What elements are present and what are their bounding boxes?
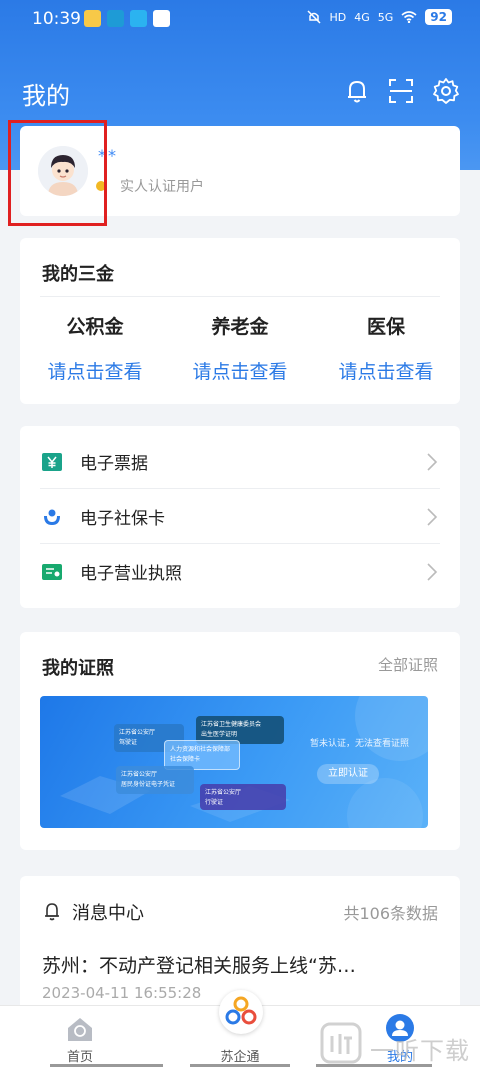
list-item-label: 电子社保卡	[80, 509, 165, 529]
avatar-highlight-box	[8, 120, 107, 226]
list-item-e-receipt[interactable]: 电子票据	[20, 434, 460, 489]
nav-home[interactable]: 首页	[30, 1006, 130, 1070]
certificates-title: 我的证照	[42, 658, 114, 679]
suqitong-logo-icon	[225, 996, 257, 1025]
status-time: 10:39	[32, 9, 81, 29]
sample-card-org: 江苏省公安厅	[121, 771, 158, 778]
funds-title: 我的三金	[42, 264, 114, 285]
sample-card-org: 江苏省卫生健康委员会	[201, 721, 262, 728]
funds-card: 我的三金 公积金 请点击查看 养老金 请点击查看 医保 请点击查看	[20, 238, 460, 404]
fund-view-link[interactable]: 请点击查看	[30, 357, 160, 384]
message-center-title: 消息中心	[72, 903, 144, 924]
sample-card-org: 江苏省公安厅	[205, 789, 242, 796]
list-item-label: 电子票据	[80, 454, 148, 474]
mute-icon	[307, 10, 322, 24]
latest-message-time: 2023-04-11 16:55:28	[42, 984, 202, 1002]
certificates-banner[interactable]: 江苏省公安厅 驾驶证 江苏省卫生健康委员会 出生医学证明 人力资源和社会保障部 …	[40, 696, 428, 828]
app-notification-icon	[107, 10, 124, 27]
suqitong-logo[interactable]	[219, 990, 263, 1034]
sample-card-name: 居民身份证电子凭证	[121, 781, 176, 788]
social-card-icon	[44, 509, 60, 525]
nav-indicator	[190, 1064, 290, 1067]
nav-indicator	[50, 1064, 163, 1067]
banner-prompt: 暂未认证，无法查看证照	[310, 739, 410, 749]
view-all-certificates-link[interactable]: 全部证照	[378, 654, 438, 675]
hd-indicator: HD	[329, 10, 347, 24]
chevron-right-icon	[427, 563, 438, 581]
list-item-business-license[interactable]: 电子营业执照	[20, 544, 460, 599]
fund-view-link[interactable]: 请点击查看	[321, 357, 451, 384]
settings-gear-icon[interactable]	[431, 76, 461, 106]
fund-housing[interactable]: 公积金 请点击查看	[30, 312, 160, 384]
battery-indicator: 92	[425, 9, 452, 25]
watermark-text: 一听下载	[370, 1037, 470, 1065]
wifi-icon	[401, 11, 417, 23]
latest-message-text[interactable]: 苏州：不动产登记相关服务上线“苏…	[42, 951, 442, 978]
app-notification-icon	[153, 10, 170, 27]
divider	[40, 296, 440, 297]
receipt-icon	[42, 453, 62, 471]
license-icon	[42, 564, 62, 580]
chevron-right-icon	[427, 453, 438, 471]
status-indicators: HD 4G 5G 92	[307, 9, 452, 25]
sample-card-id: 江苏省公安厅 居民身份证电子凭证	[116, 766, 194, 794]
page-title: 我的	[22, 82, 70, 110]
fund-medical[interactable]: 医保 请点击查看	[321, 312, 451, 384]
bell-icon	[45, 903, 59, 921]
sample-card-name: 行驶证	[205, 799, 224, 806]
5g-indicator: 5G	[377, 10, 394, 24]
scan-icon[interactable]	[386, 76, 416, 106]
certificates-card: 我的证照 全部证照 江苏省公安厅 驾驶证 江苏省卫生健康委员会 出生医学证明 人…	[20, 632, 460, 850]
status-bar: 10:39 HD 4G 5G 92	[0, 0, 480, 40]
sample-card-org: 江苏省公安厅	[119, 729, 156, 736]
sample-card-name: 社会保障卡	[170, 756, 201, 763]
fund-view-link[interactable]: 请点击查看	[175, 357, 305, 384]
verify-now-button[interactable]: 立即认证	[317, 764, 379, 784]
status-notification-icons	[84, 10, 170, 27]
app-notification-icon	[130, 10, 147, 27]
app-notification-icon	[84, 10, 101, 27]
list-item-social-card[interactable]: 电子社保卡	[20, 489, 460, 544]
sample-card-vehicle-license: 江苏省公安厅 行驶证	[200, 784, 286, 810]
nav-label: 首页	[66, 1050, 93, 1065]
list-item-label: 电子营业执照	[80, 564, 182, 584]
message-count: 共106条数据	[343, 904, 438, 923]
sample-card-name: 出生医学证明	[201, 731, 238, 738]
nav-label: 苏企通	[220, 1050, 260, 1065]
fund-pension[interactable]: 养老金 请点击查看	[175, 312, 305, 384]
fund-name: 养老金	[211, 316, 269, 338]
bell-icon[interactable]	[342, 76, 372, 106]
home-icon	[68, 1018, 92, 1041]
fund-name: 医保	[366, 316, 405, 338]
fund-name: 公积金	[66, 316, 124, 338]
chevron-right-icon	[427, 508, 438, 526]
services-card: 电子票据 电子社保卡 电子营业执照	[20, 426, 460, 608]
4g-indicator: 4G	[354, 10, 370, 24]
verify-status-label: 实人认证用户	[120, 179, 204, 195]
sample-card-org: 人力资源和社会保障部	[170, 746, 231, 753]
